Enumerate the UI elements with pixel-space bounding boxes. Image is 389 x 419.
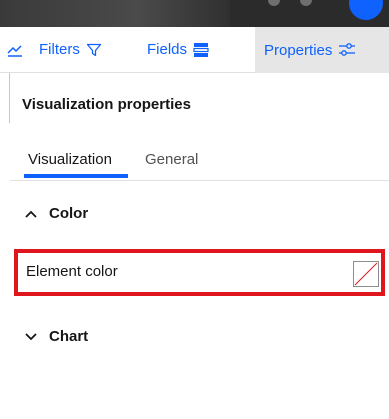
properties-button[interactable]: Properties: [255, 27, 389, 73]
element-color-row[interactable]: Element color: [14, 249, 385, 296]
top-bar-icon[interactable]: [268, 0, 280, 6]
trend-line-icon: [7, 43, 23, 57]
tab-general[interactable]: General: [145, 151, 198, 168]
sliders-icon: [338, 42, 356, 58]
no-color-swatch-icon[interactable]: [353, 261, 379, 287]
fields-button[interactable]: Fields: [147, 27, 245, 73]
section-color-header[interactable]: Color: [24, 205, 88, 222]
properties-label: Properties: [264, 41, 333, 59]
tab-visualization[interactable]: Visualization: [28, 151, 112, 168]
chevron-up-icon: [24, 209, 40, 219]
top-bar: [0, 0, 389, 27]
panel-title: Visualization properties: [22, 96, 191, 113]
section-chart-header[interactable]: Chart: [24, 328, 88, 345]
section-chart-label: Chart: [49, 328, 89, 345]
properties-app: Filters Fields Properties Visualization …: [0, 0, 389, 419]
section-color-label: Color: [49, 205, 89, 222]
visualization-properties-panel: Visualization properties Visualization G…: [10, 73, 389, 419]
top-bar-icon[interactable]: [300, 0, 312, 6]
filter-icon: [86, 42, 102, 58]
chevron-down-icon: [24, 332, 40, 342]
filters-button[interactable]: Filters: [30, 27, 147, 73]
fields-label: Fields: [147, 41, 188, 58]
active-tab-indicator: [24, 174, 128, 178]
avatar[interactable]: [349, 0, 383, 20]
element-color-label: Element color: [26, 263, 118, 280]
trend-button[interactable]: [0, 27, 30, 73]
filters-label: Filters: [39, 41, 80, 58]
toolbar: Filters Fields Properties: [0, 27, 389, 73]
top-bar-background: [0, 0, 230, 27]
fields-icon: [193, 42, 209, 58]
